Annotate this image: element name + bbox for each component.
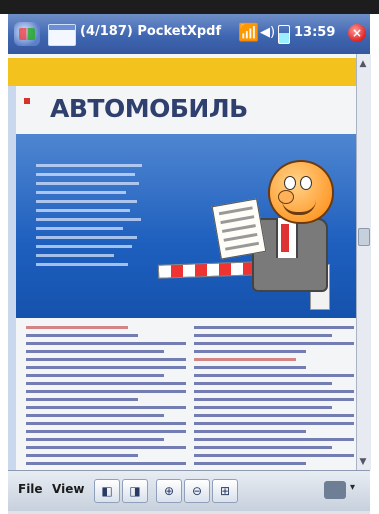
scroll-down-button[interactable]: ▼ [358,456,368,468]
panel-line [36,263,128,266]
zoom-out-button[interactable]: ⊖ [184,479,210,503]
column-line [26,350,164,353]
app-title: (4/187) PocketXpdf [80,24,222,39]
zoom-fit-button[interactable]: ⊞ [212,479,238,503]
antenna-icon[interactable]: 📶 [238,23,259,43]
column-heading [194,366,306,369]
battery-icon[interactable] [278,25,290,44]
column-line [26,414,164,417]
close-button[interactable]: × [348,24,366,42]
title-bar: (4/187) PocketXpdf 📶 ◀) 13:59 × [8,14,370,54]
column-line [194,334,332,337]
next-page-icon: ◨ [129,484,141,498]
prev-page-icon: ◧ [101,484,113,498]
column-heading [26,334,138,337]
file-menu[interactable]: File [18,482,43,496]
windows-start-icon[interactable] [14,22,40,46]
cartoon-paper [211,198,267,260]
column-line [194,398,354,401]
column-line [194,406,332,409]
panel-line [36,173,135,176]
column-heading [26,326,129,329]
chevron-down-icon[interactable]: ▾ [350,482,355,493]
zoom-in-icon: ⊕ [163,484,175,498]
article-title: АВТОМОБИЛЬ [50,94,248,123]
page-margin [8,58,16,470]
column-line [194,462,306,465]
column-line [194,446,332,449]
panel-text [36,162,148,272]
column-line [26,430,186,433]
panel-line [36,182,140,185]
header-band [8,58,356,86]
view-menu[interactable]: View [52,482,84,496]
panel-line [36,191,126,194]
panel-line [36,227,124,230]
column-line [194,438,354,441]
column-line [194,422,354,425]
column-line [26,406,186,409]
volume-icon[interactable]: ◀) [260,25,275,40]
column-line [26,438,164,441]
cartoon-man [211,160,334,300]
column-line [194,342,354,345]
panel-line [36,254,115,257]
panel-line [36,209,131,212]
text-column-right [194,326,354,470]
vertical-scrollbar[interactable] [356,54,371,470]
column-line [194,382,332,385]
next-page-button[interactable]: ◨ [122,479,148,503]
scroll-thumb[interactable] [358,228,370,246]
close-icon: × [351,26,363,40]
column-line [194,350,306,353]
top-band [0,0,379,14]
column-line [194,414,354,417]
scroll-up-button[interactable]: ▲ [358,58,368,70]
document-viewport[interactable]: АВТОМОБИЛЬ [8,54,356,470]
column-line [26,398,138,401]
column-line [194,430,306,433]
panel-line [36,218,142,221]
column-line [26,382,186,385]
column-line [26,358,186,361]
panel-line [36,245,133,248]
prev-page-button[interactable]: ◧ [94,479,120,503]
column-heading [194,358,297,361]
cartoon-tie [281,224,289,252]
clock[interactable]: 13:59 [294,25,335,40]
cartoon-eye [300,176,312,190]
column-line [26,374,164,377]
panel-line [36,164,143,167]
keyboard-icon[interactable] [324,481,346,499]
bottom-toolbar: File View ◧ ◨ ⊕ ⊖ ⊞ ▾ [8,470,370,511]
panel-line [36,200,137,203]
column-line [26,446,186,449]
zoom-out-icon: ⊖ [191,484,203,498]
column-line [26,342,186,345]
cartoon-eye [284,176,296,190]
panel-line [36,236,137,239]
column-line [26,454,138,457]
column-line [26,422,186,425]
column-line [194,374,354,377]
column-line [26,462,186,465]
column-line [194,326,354,329]
column-line [26,366,186,369]
column-line [194,454,354,457]
decor-square [24,98,30,104]
column-line [194,390,354,393]
zoom-fit-icon: ⊞ [219,484,231,498]
text-column-left [26,326,186,470]
zoom-in-button[interactable]: ⊕ [156,479,182,503]
document-icon [48,24,76,46]
column-line [26,390,186,393]
